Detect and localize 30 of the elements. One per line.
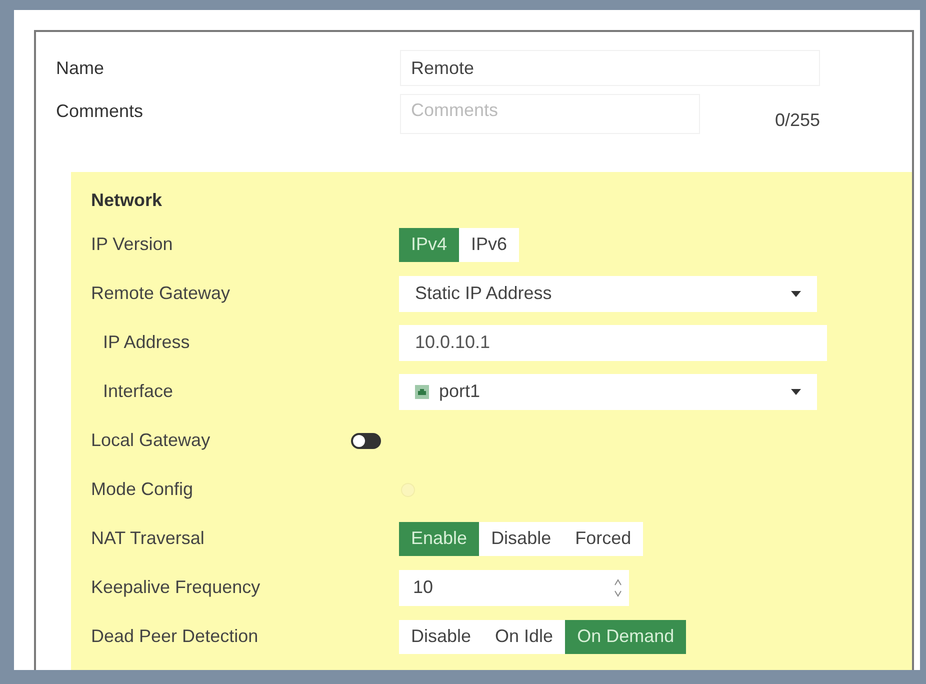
select-field[interactable]: Static IP Address	[399, 276, 817, 312]
field-label: Keepalive Frequency	[91, 577, 260, 597]
text-field[interactable]: Remote	[400, 50, 820, 86]
segment-button[interactable]: IPv6	[459, 228, 520, 262]
select-value: port1	[439, 380, 480, 403]
field-label: NAT Traversal	[91, 528, 204, 548]
field-label: Dead Peer Detection	[91, 626, 258, 646]
select-value: Static IP Address	[415, 282, 552, 305]
text-field[interactable]: 10.0.10.1	[399, 324, 827, 360]
field-label: Local Gateway	[91, 430, 210, 450]
field-label: Remote Gateway	[91, 283, 230, 303]
field-label: Name	[56, 56, 106, 80]
number-value: 10	[413, 576, 434, 599]
comments-field[interactable]: Comments	[400, 94, 700, 134]
character-counter: 0/255	[774, 109, 820, 132]
segment-button[interactable]: Disable	[399, 620, 484, 654]
field-label: Comments	[56, 100, 144, 123]
segment-button[interactable]: Disable	[479, 522, 564, 556]
segment-button[interactable]: Forced	[563, 522, 644, 556]
segment-button[interactable]: On Idle	[483, 620, 566, 654]
section-title: Network	[91, 188, 164, 212]
field-label: IP Address	[103, 332, 190, 352]
number-field[interactable]: 10	[399, 570, 629, 606]
caret-icon	[791, 290, 801, 296]
select-field[interactable]: port1	[399, 374, 817, 410]
caret-icon	[791, 388, 801, 394]
field-label: IP Version	[91, 234, 173, 254]
toggle-switch[interactable]	[351, 432, 381, 448]
field-label: Mode Config	[91, 479, 194, 499]
field-label: Interface	[103, 381, 174, 401]
